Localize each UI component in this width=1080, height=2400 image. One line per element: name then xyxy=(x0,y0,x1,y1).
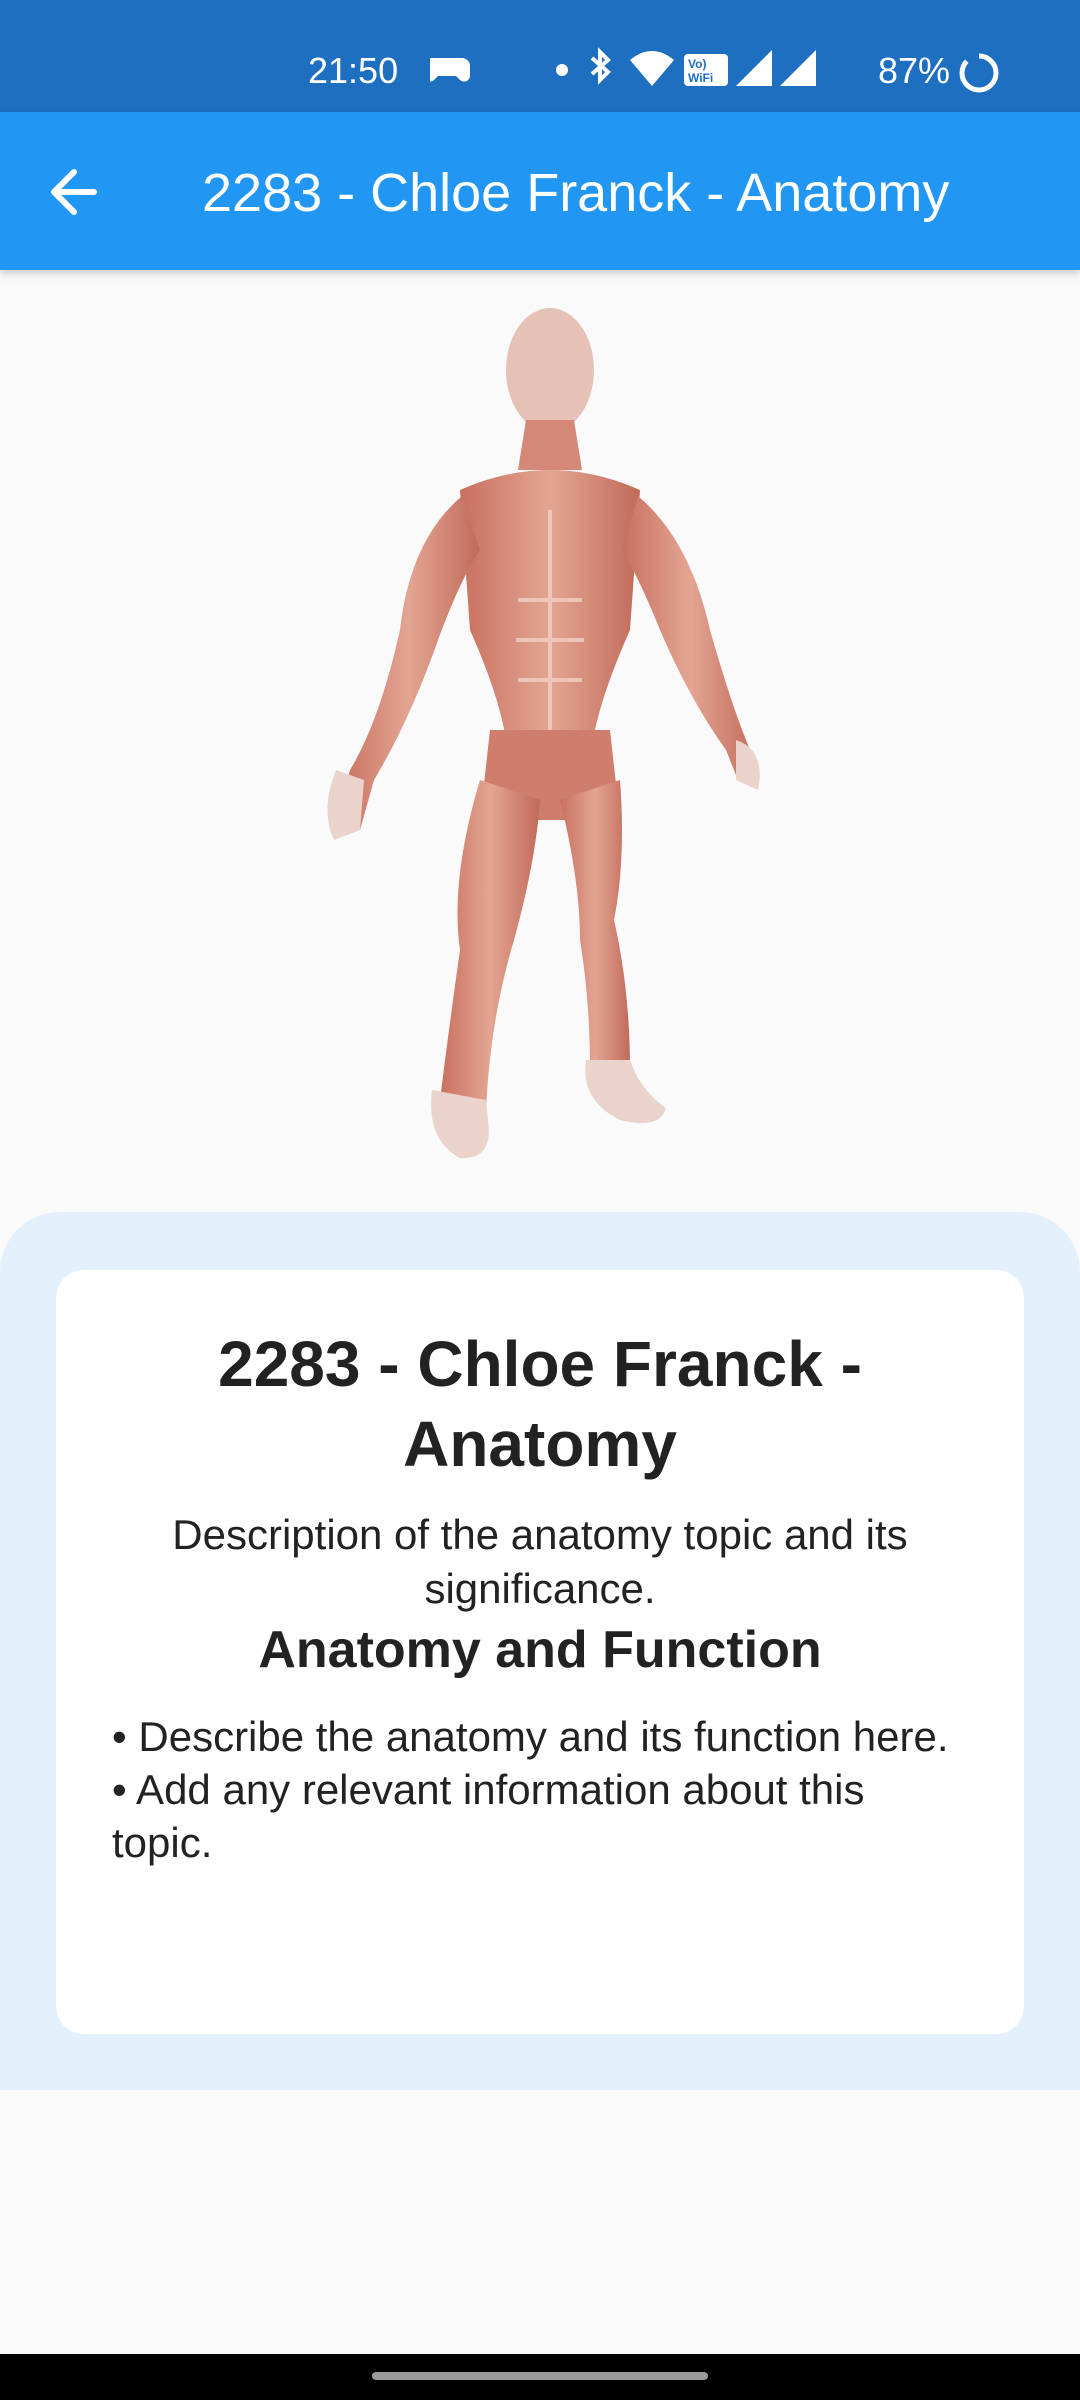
bullet-list: • Describe the anatomy and its function … xyxy=(112,1710,972,1869)
dot-icon xyxy=(556,64,568,76)
anatomy-figure-image xyxy=(327,308,760,1159)
signal-icon xyxy=(736,50,772,86)
status-time: 21:50 xyxy=(308,50,399,91)
svg-text:Vo): Vo) xyxy=(688,57,706,71)
page-title: 2283 - Chloe Franck - Anatomy xyxy=(202,163,950,223)
list-item: • Add any relevant information about thi… xyxy=(112,1766,865,1866)
wifi-icon xyxy=(630,51,674,86)
card-title: 2283 - Chloe Franck - Anatomy xyxy=(218,1328,862,1480)
vowifi-icon: Vo) WiFi xyxy=(684,54,728,86)
info-card: 2283 - Chloe Franck - Anatomy Descriptio… xyxy=(56,1270,1024,2034)
back-button[interactable] xyxy=(38,156,118,228)
home-gesture-handle[interactable] xyxy=(372,2372,708,2380)
list-item: • Describe the anatomy and its function … xyxy=(112,1713,949,1760)
battery-percent: 87% xyxy=(878,50,951,91)
model-viewer[interactable] xyxy=(0,270,1080,1436)
game-controller-icon xyxy=(430,58,470,82)
svg-text:WiFi: WiFi xyxy=(688,71,713,85)
card-description: Description of the anatomy topic and its… xyxy=(172,1511,908,1612)
battery-icon xyxy=(959,53,999,93)
status-bar: 21:50 Vo) WiFi 87% xyxy=(0,0,1080,112)
signal-icon-2 xyxy=(780,50,816,86)
info-panel: 2283 - Chloe Franck - Anatomy Descriptio… xyxy=(0,1212,1080,2090)
bluetooth-icon xyxy=(590,47,611,85)
status-icons: Vo) WiFi xyxy=(430,47,816,86)
arrow-left-icon xyxy=(51,169,97,215)
card-subtitle: Anatomy and Function xyxy=(258,1621,822,1679)
navigation-bar xyxy=(0,2354,1080,2400)
app-bar: 2283 - Chloe Franck - Anatomy xyxy=(0,112,1080,270)
